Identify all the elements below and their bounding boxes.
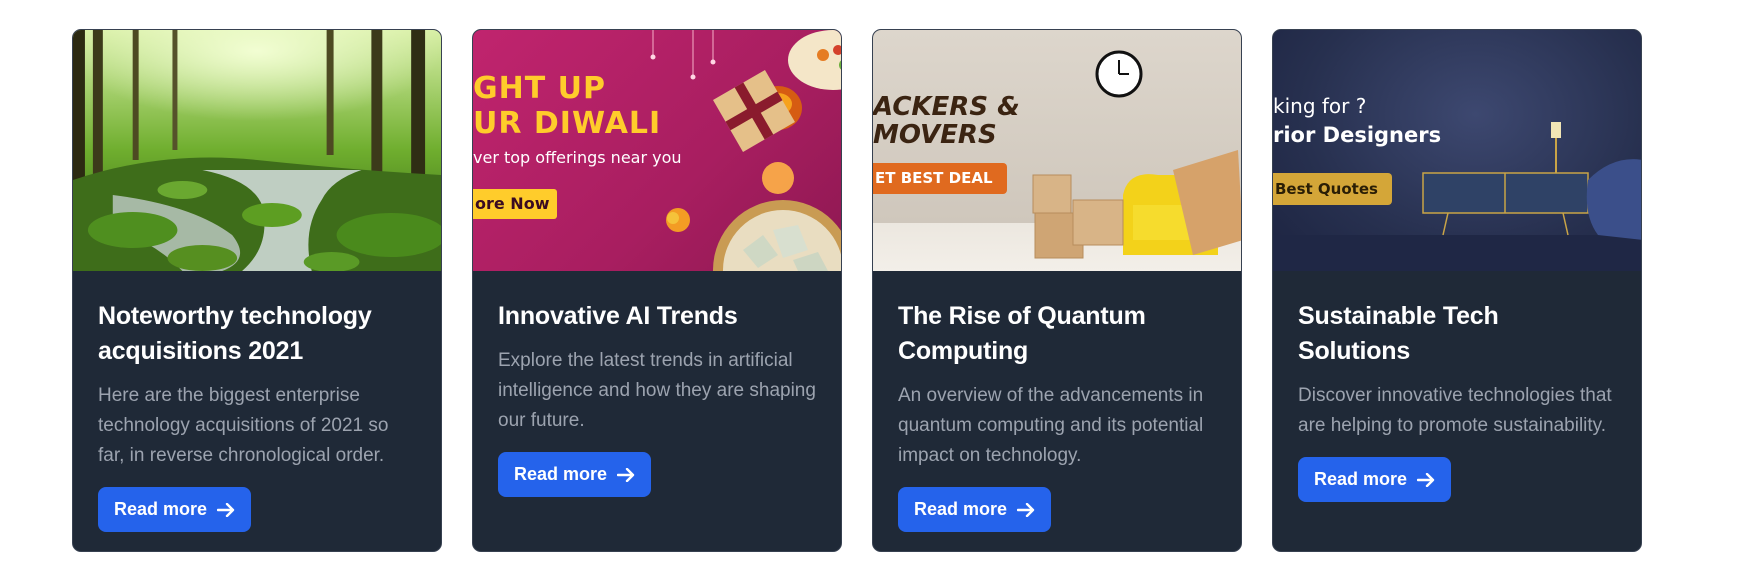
article-card: GHT UP UR DIWALI ver top offerings near …: [472, 29, 842, 552]
read-more-button[interactable]: Read more: [1298, 457, 1452, 502]
read-more-button[interactable]: Read more: [498, 452, 652, 497]
card-title: The Rise of Quantum Computing: [898, 302, 1146, 365]
banner-cta: ore Now: [473, 189, 558, 219]
card-description: An overview of the advancements in quant…: [898, 385, 1204, 466]
read-more-label: Read more: [914, 499, 1008, 519]
arrow-right-icon: [1417, 472, 1435, 487]
banner-headline-1: ACKERS &: [873, 92, 1020, 122]
arrow-right-icon: [217, 502, 235, 517]
banner-headline-2: UR DIWALI: [473, 106, 662, 141]
arrow-right-icon: [1017, 502, 1035, 517]
card-image-interior: king for ? rior Designers Best Quotes: [1273, 30, 1641, 271]
banner-question: king for ?: [1273, 94, 1367, 118]
banner-headline-1: GHT UP: [473, 71, 606, 106]
read-more-button[interactable]: Read more: [898, 487, 1052, 532]
card-title: Noteworthy technology acquisitions 2021: [98, 302, 372, 365]
article-card: ACKERS & MOVERS ET BEST DEAL The Rise of…: [872, 29, 1242, 552]
read-more-button[interactable]: Read more: [98, 487, 252, 532]
banner-cta: Best Quotes: [1273, 173, 1392, 205]
card-description: Here are the biggest enterprise technolo…: [98, 385, 389, 466]
card-image-movers: ACKERS & MOVERS ET BEST DEAL: [873, 30, 1241, 271]
card-grid: Noteworthy technology acquisitions 2021 …: [72, 29, 1642, 552]
read-more-label: Read more: [1314, 469, 1408, 489]
card-description: Discover innovative technologies that ar…: [1298, 385, 1612, 436]
card-image-forest: [73, 30, 441, 271]
article-card: king for ? rior Designers Best Quotes Su…: [1272, 29, 1642, 552]
card-title: Sustainable Tech Solutions: [1298, 302, 1499, 365]
arrow-right-icon: [617, 467, 635, 482]
read-more-label: Read more: [114, 499, 208, 519]
card-image-diwali: GHT UP UR DIWALI ver top offerings near …: [473, 30, 841, 271]
card-description: Explore the latest trends in artificial …: [498, 350, 816, 431]
banner-cta: ET BEST DEAL: [873, 163, 1007, 194]
banner-headline: rior Designers: [1273, 123, 1442, 147]
banner-headline-2: MOVERS: [873, 120, 997, 150]
card-title: Innovative AI Trends: [498, 302, 738, 330]
read-more-label: Read more: [514, 464, 608, 484]
article-card: Noteworthy technology acquisitions 2021 …: [72, 29, 442, 552]
banner-subtitle: ver top offerings near you: [473, 148, 682, 167]
